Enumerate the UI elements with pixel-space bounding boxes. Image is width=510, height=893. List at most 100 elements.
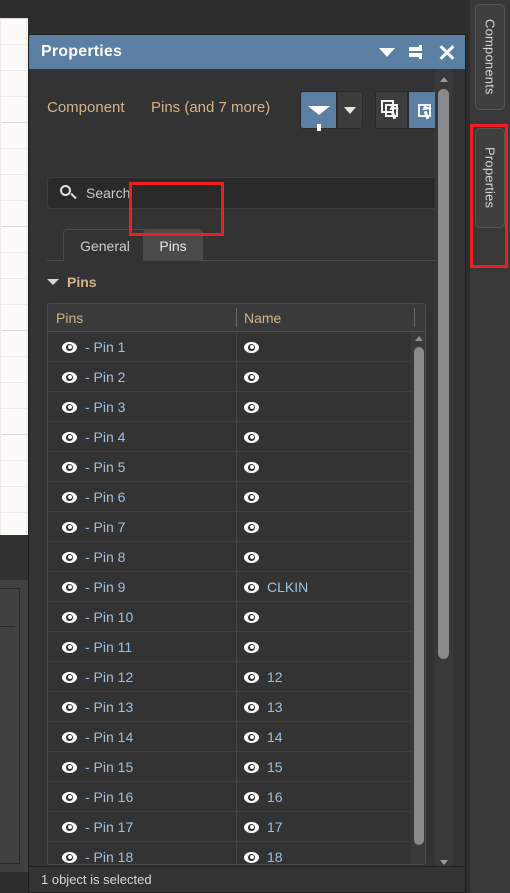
sidebar-tab-components[interactable]: Components xyxy=(475,4,505,110)
cell-pins[interactable]: - Pin 15 xyxy=(62,752,133,782)
cell-pins[interactable]: - Pin 13 xyxy=(62,692,133,722)
cell-pins[interactable]: - Pin 1 xyxy=(62,332,125,362)
schematic-canvas[interactable] xyxy=(0,18,28,535)
cell-pins[interactable]: - Pin 3 xyxy=(62,392,125,422)
cell-pins[interactable]: - Pin 2 xyxy=(62,362,125,392)
scroll-up-icon[interactable] xyxy=(415,336,423,341)
sidebar-tab-properties[interactable]: Properties xyxy=(475,128,505,228)
filter-button[interactable] xyxy=(300,91,337,131)
table-row[interactable]: - Pin 12 12 xyxy=(48,662,425,692)
cell-name[interactable] xyxy=(244,392,267,422)
cell-name[interactable] xyxy=(244,482,267,512)
visibility-eye-icon[interactable] xyxy=(244,431,259,443)
cell-pins[interactable]: - Pin 12 xyxy=(62,662,133,692)
cell-name[interactable]: 13 xyxy=(244,692,283,722)
table-scrollbar-thumb[interactable] xyxy=(414,347,424,845)
visibility-eye-icon[interactable] xyxy=(244,761,259,773)
visibility-eye-icon[interactable] xyxy=(62,821,77,833)
visibility-eye-icon[interactable] xyxy=(62,761,77,773)
cell-pins[interactable]: - Pin 11 xyxy=(62,632,132,662)
table-row[interactable]: - Pin 6 xyxy=(48,482,425,512)
table-row[interactable]: - Pin 16 16 xyxy=(48,782,425,812)
visibility-eye-icon[interactable] xyxy=(244,731,259,743)
cell-name[interactable] xyxy=(244,452,267,482)
cell-pins[interactable]: - Pin 14 xyxy=(62,722,133,752)
cell-pins[interactable]: - Pin 8 xyxy=(62,542,125,572)
visibility-eye-icon[interactable] xyxy=(244,551,259,563)
column-divider-2[interactable] xyxy=(414,308,415,327)
cell-name[interactable]: 15 xyxy=(244,752,283,782)
cell-name[interactable] xyxy=(244,362,267,392)
table-row[interactable]: - Pin 7 xyxy=(48,512,425,542)
cell-name[interactable] xyxy=(244,602,267,632)
chevron-down-icon[interactable] xyxy=(377,42,397,62)
table-row[interactable]: - Pin 4 xyxy=(48,422,425,452)
visibility-eye-icon[interactable] xyxy=(62,731,77,743)
cell-pins[interactable]: - Pin 16 xyxy=(62,782,133,812)
cell-name[interactable]: 16 xyxy=(244,782,283,812)
visibility-eye-icon[interactable] xyxy=(62,851,77,863)
table-row[interactable]: - Pin 1 xyxy=(48,332,425,362)
cell-pins[interactable]: - Pin 4 xyxy=(62,422,125,452)
cell-name[interactable]: 14 xyxy=(244,722,283,752)
panel-scrollbar-thumb[interactable] xyxy=(438,89,449,659)
visibility-eye-icon[interactable] xyxy=(244,581,259,593)
cell-name[interactable] xyxy=(244,512,267,542)
cell-name[interactable] xyxy=(244,632,267,662)
scroll-down-icon[interactable] xyxy=(440,860,448,865)
visibility-eye-icon[interactable] xyxy=(62,701,77,713)
visibility-eye-icon[interactable] xyxy=(244,371,259,383)
table-row[interactable]: - Pin 13 13 xyxy=(48,692,425,722)
visibility-eye-icon[interactable] xyxy=(244,671,259,683)
table-row[interactable]: - Pin 10 xyxy=(48,602,425,632)
panel-scrollbar[interactable] xyxy=(435,69,453,873)
visibility-eye-icon[interactable] xyxy=(244,611,259,623)
column-divider-1[interactable] xyxy=(236,308,237,327)
cell-name[interactable]: CLKIN xyxy=(244,572,308,602)
cell-pins[interactable]: - Pin 17 xyxy=(62,812,133,842)
scroll-up-icon[interactable] xyxy=(440,77,448,82)
visibility-eye-icon[interactable] xyxy=(244,821,259,833)
visibility-eye-icon[interactable] xyxy=(244,461,259,473)
visibility-eye-icon[interactable] xyxy=(244,701,259,713)
cell-name[interactable] xyxy=(244,332,267,362)
visibility-eye-icon[interactable] xyxy=(62,641,77,653)
visibility-eye-icon[interactable] xyxy=(62,551,77,563)
visibility-eye-icon[interactable] xyxy=(62,341,77,353)
table-row[interactable]: - Pin 15 15 xyxy=(48,752,425,782)
visibility-eye-icon[interactable] xyxy=(62,581,77,593)
cell-pins[interactable]: - Pin 18 xyxy=(62,842,133,864)
visibility-eye-icon[interactable] xyxy=(244,641,259,653)
table-row[interactable]: - Pin 5 xyxy=(48,452,425,482)
visibility-eye-icon[interactable] xyxy=(62,401,77,413)
select-similar-button[interactable] xyxy=(375,91,408,129)
cell-name[interactable] xyxy=(244,422,267,452)
table-row[interactable]: - Pin 11 xyxy=(48,632,425,662)
tab-pins[interactable]: Pins xyxy=(143,229,203,261)
visibility-eye-icon[interactable] xyxy=(244,851,259,863)
column-header-name[interactable]: Name xyxy=(244,304,281,331)
visibility-eye-icon[interactable] xyxy=(244,521,259,533)
visibility-eye-icon[interactable] xyxy=(62,491,77,503)
cell-name[interactable]: 17 xyxy=(244,812,283,842)
visibility-eye-icon[interactable] xyxy=(244,791,259,803)
table-row[interactable]: - Pin 17 17 xyxy=(48,812,425,842)
cell-name[interactable]: 18 xyxy=(244,842,283,864)
table-scrollbar[interactable] xyxy=(411,332,425,864)
visibility-eye-icon[interactable] xyxy=(62,371,77,383)
pin-icon[interactable] xyxy=(407,42,427,62)
visibility-eye-icon[interactable] xyxy=(62,791,77,803)
cell-pins[interactable]: - Pin 7 xyxy=(62,512,125,542)
search-input[interactable]: Search xyxy=(47,177,453,209)
table-row[interactable]: - Pin 2 xyxy=(48,362,425,392)
visibility-eye-icon[interactable] xyxy=(244,401,259,413)
cell-pins[interactable]: - Pin 5 xyxy=(62,452,125,482)
table-row[interactable]: - Pin 8 xyxy=(48,542,425,572)
cell-name[interactable] xyxy=(244,542,267,572)
visibility-eye-icon[interactable] xyxy=(62,521,77,533)
tab-general[interactable]: General xyxy=(63,229,147,261)
visibility-eye-icon[interactable] xyxy=(62,611,77,623)
cell-pins[interactable]: - Pin 10 xyxy=(62,602,133,632)
visibility-eye-icon[interactable] xyxy=(62,671,77,683)
visibility-eye-icon[interactable] xyxy=(244,341,259,353)
